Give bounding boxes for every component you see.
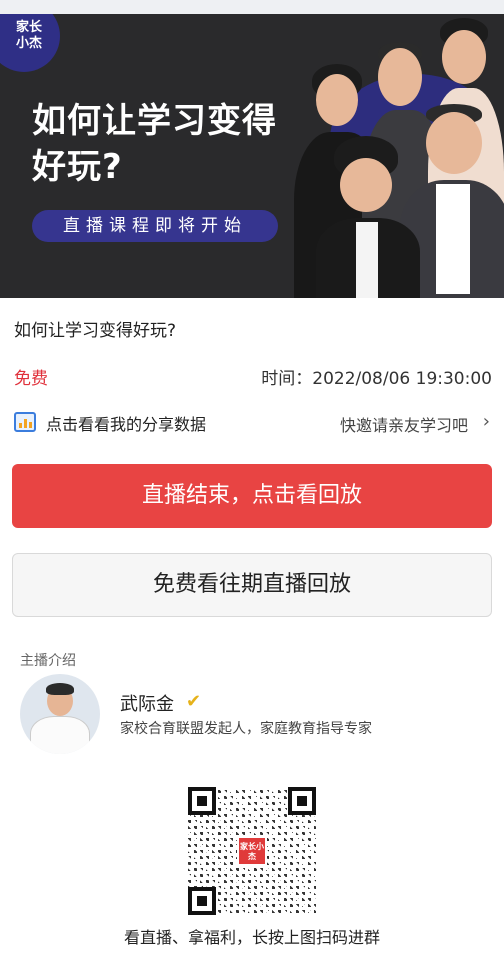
verified-badge-icon: ✔ <box>186 691 202 712</box>
course-price: 免费 <box>14 369 48 389</box>
brand-logo-text: 家长 小杰 <box>15 20 42 51</box>
qr-finder <box>188 887 216 915</box>
status-bar <box>0 0 504 14</box>
banner-headline: 如何让学习变得好玩? <box>32 101 277 187</box>
course-time: 时间：2022/08/06 19:30:00 <box>261 369 492 389</box>
course-banner[interactable]: 家长 小杰 如何让学习变得好玩? 直播课程即将开始 <box>0 14 504 298</box>
qr-center-logo: 家长小杰 <box>237 836 267 866</box>
watch-replay-button[interactable]: 直播结束，点击看回放 <box>12 464 492 528</box>
share-data-link[interactable]: 点击看看我的分享数据 <box>46 411 206 435</box>
past-replays-button[interactable]: 免费看往期直播回放 <box>12 553 492 617</box>
presenter-figure <box>400 104 504 298</box>
avatar[interactable] <box>20 674 100 754</box>
host-name[interactable]: 武际金 <box>120 690 174 716</box>
host-description: 家校合育联盟发起人，家庭教育指导专家 <box>120 721 372 737</box>
group-qr-code[interactable]: 家长小杰 <box>188 787 316 915</box>
qr-finder <box>188 787 216 815</box>
invite-friends-link[interactable]: 快邀请亲友学习吧 <box>340 412 468 436</box>
host-section-label: 主播介绍 <box>20 653 76 669</box>
presenter-figure <box>316 136 420 298</box>
chart-icon <box>14 412 36 432</box>
share-row[interactable]: 点击看看我的分享数据 快邀请亲友学习吧 › <box>14 410 492 436</box>
qr-finder <box>288 787 316 815</box>
chevron-right-icon[interactable]: › <box>483 411 490 432</box>
course-title: 如何让学习变得好玩? <box>14 321 177 341</box>
banner-status-pill: 直播课程即将开始 <box>32 210 278 242</box>
qr-caption: 看直播、拿福利，长按上图扫码进群 <box>123 928 380 947</box>
